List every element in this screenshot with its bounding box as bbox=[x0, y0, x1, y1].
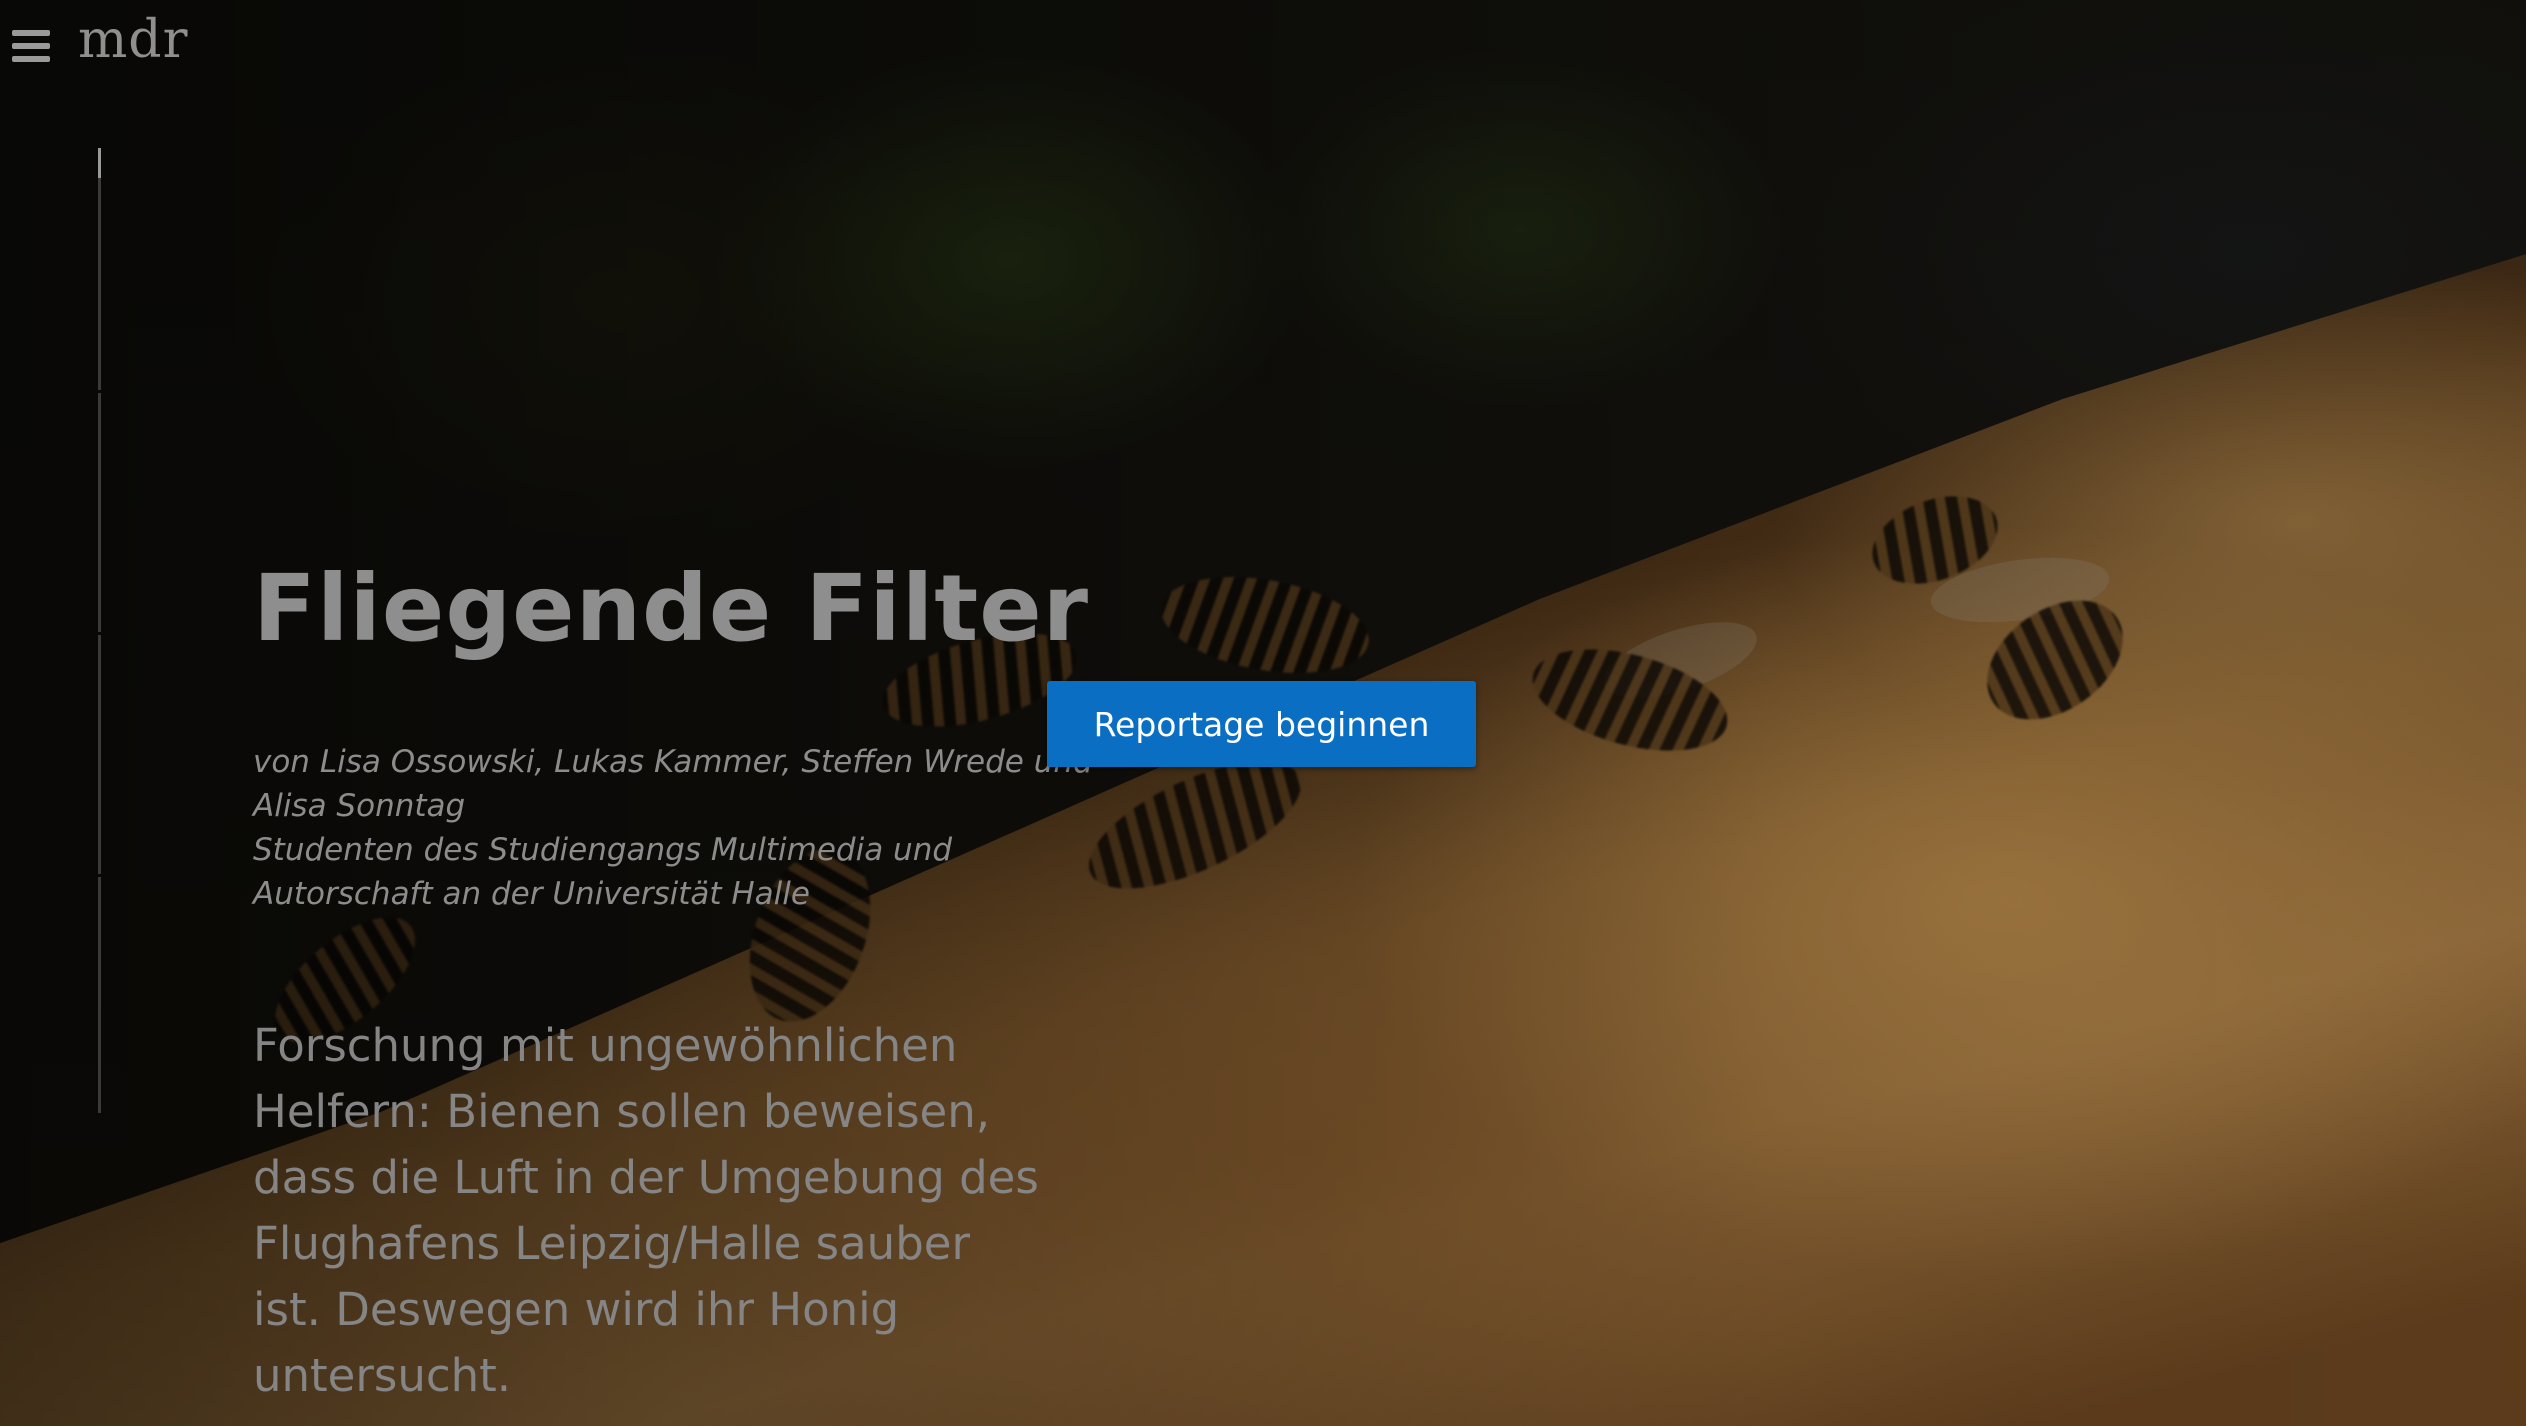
hamburger-menu-icon[interactable] bbox=[12, 30, 52, 62]
byline-line: Autorschaft an der Universität Halle bbox=[253, 876, 810, 912]
start-reportage-button[interactable]: Reportage beginnen bbox=[1047, 681, 1476, 767]
story-title: Fliegende Filter bbox=[253, 555, 1090, 662]
mdr-logo[interactable]: mdr bbox=[78, 14, 188, 60]
lead-line: untersucht. bbox=[253, 1349, 512, 1402]
lead-line: dass die Luft in der Umgebung des bbox=[253, 1151, 1039, 1204]
byline-line: Alisa Sonntag bbox=[253, 788, 466, 824]
chapter-progress-rail bbox=[98, 148, 101, 1113]
lead-line: Forschung mit ungewöhnlichen bbox=[253, 1019, 958, 1072]
byline-line: von Lisa Ossowski, Lukas Kammer, Steffen… bbox=[253, 744, 1093, 780]
lead-line: ist. Deswegen wird ihr Honig bbox=[253, 1283, 900, 1336]
byline-line: Studenten des Studiengangs Multimedia un… bbox=[253, 832, 953, 868]
chapter-segment-2[interactable] bbox=[98, 393, 101, 632]
lead-paragraph: Forschung mit ungewöhnlichen Helfern: Bi… bbox=[253, 1013, 1053, 1409]
chapter-segment-1[interactable] bbox=[98, 148, 101, 178]
chapter-segment-3[interactable] bbox=[98, 635, 101, 874]
chapter-segment-4[interactable] bbox=[98, 877, 101, 1113]
lead-line: Flughafens Leipzig/Halle sauber bbox=[253, 1217, 970, 1270]
storytelling-page: mdr Fliegende Filter von Lisa Ossowski, … bbox=[0, 0, 2526, 1426]
author-byline: von Lisa Ossowski, Lukas Kammer, Steffen… bbox=[253, 740, 1093, 916]
lead-line: Helfern: Bienen sollen beweisen, bbox=[253, 1085, 991, 1138]
chapter-segment-1-rest[interactable] bbox=[98, 178, 101, 390]
